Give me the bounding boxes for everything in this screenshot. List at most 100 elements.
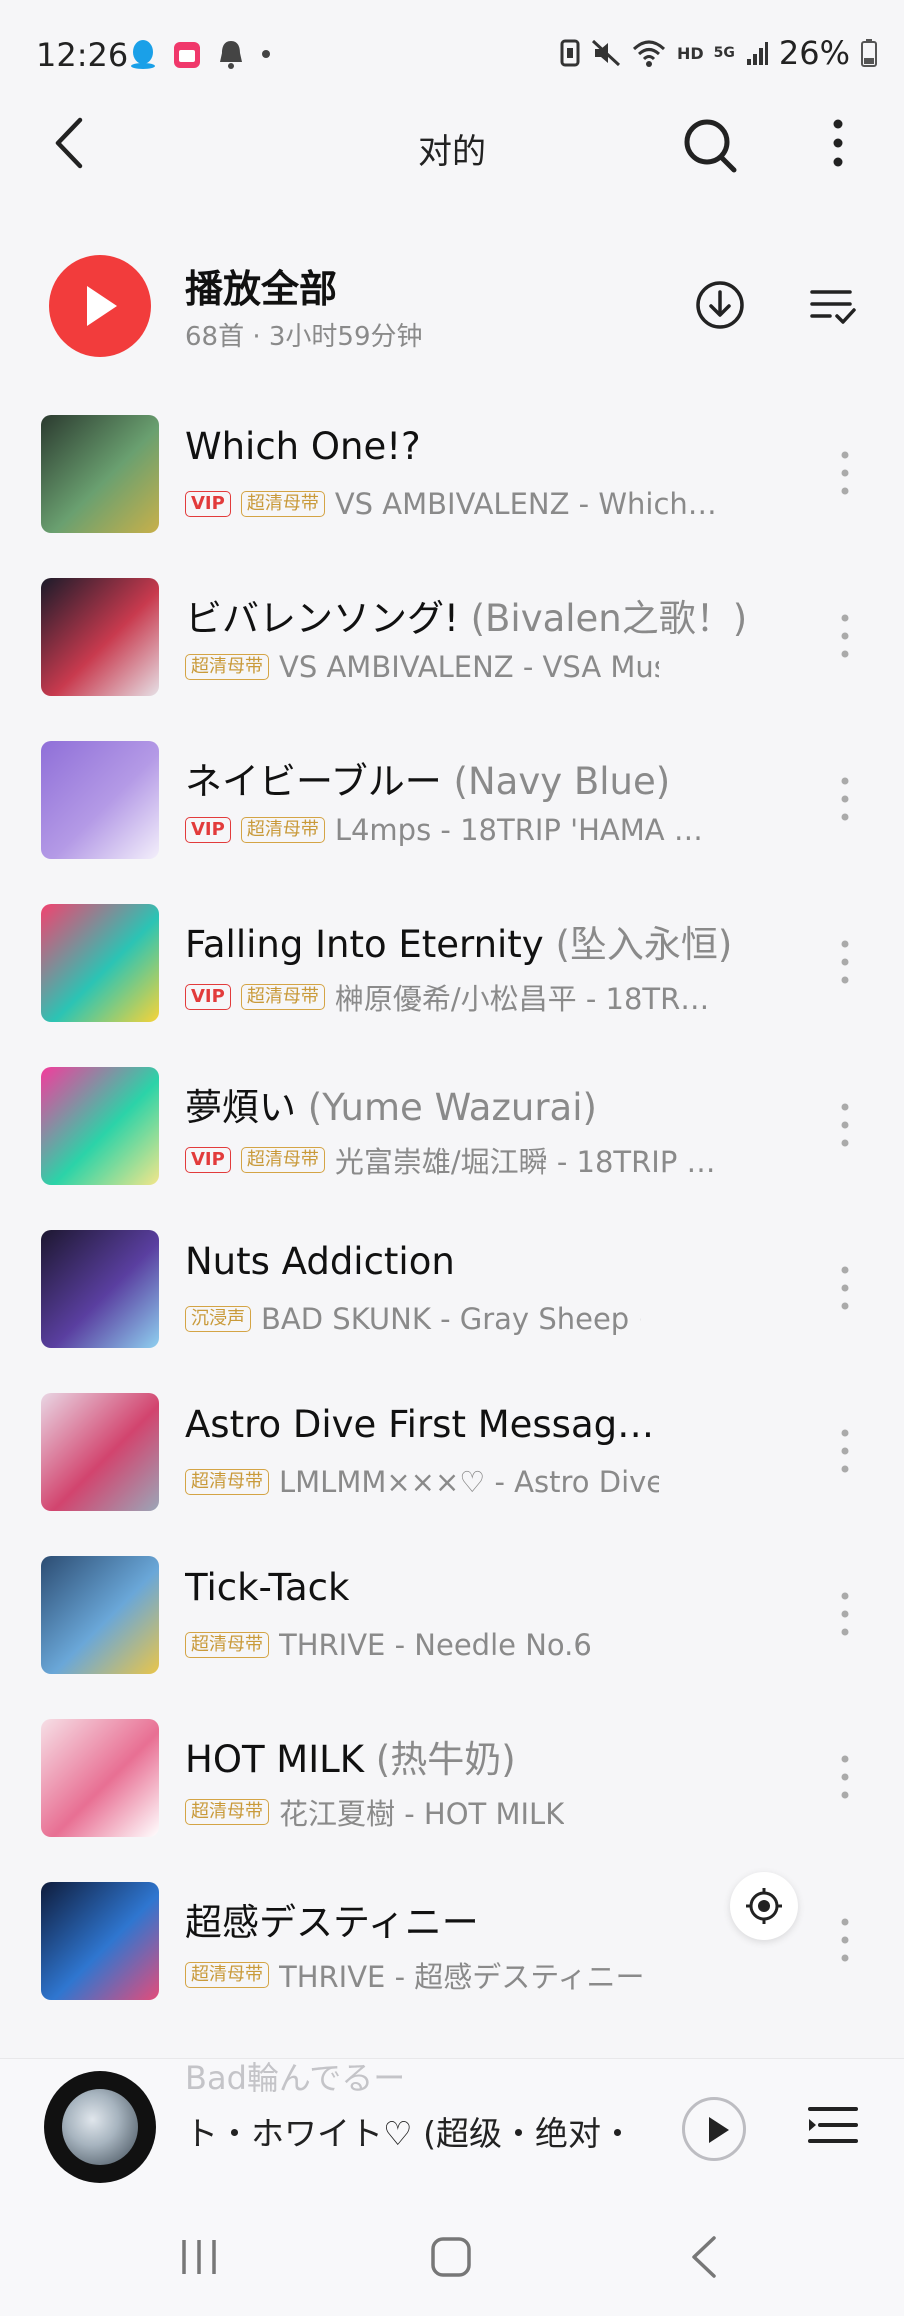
play-all-title[interactable]: 播放全部 (185, 258, 337, 313)
batch-manage-button[interactable] (806, 280, 860, 334)
song-title-main: Nuts Addiction (185, 1240, 455, 1283)
song-title-translation: (Yume Wazurai) (307, 1086, 597, 1129)
quality-badge: 超清母带 (240, 1147, 325, 1173)
more-vertical-icon (841, 1918, 849, 1962)
song-title-main: Astro Dive First Messag… (185, 1403, 655, 1446)
vip-badge: VIP (185, 491, 231, 517)
song-title-main: 超感デスティニー (185, 1901, 479, 1944)
song-artist-album: 光富崇雄/堀江瞬 - 18TRIP … (334, 1145, 715, 1179)
song-title: 夢煩い (Yume Wazurai) (185, 1077, 597, 1131)
song-row[interactable]: Falling Into Eternity (坠入永恒) VIP 超清母带 榊原優希/… (0, 894, 904, 1057)
song-meta: VIP 超清母带 L4mps - 18TRIP 'HAMA … (185, 813, 703, 847)
wifi-icon (632, 40, 665, 67)
more-vertical-icon (833, 119, 843, 167)
more-vertical-icon (841, 1592, 849, 1636)
song-more-button[interactable] (830, 1095, 860, 1155)
mini-play-button[interactable] (682, 2097, 746, 2161)
song-meta: VIP 超清母带 VS AMBIVALENZ - Which… (185, 487, 715, 521)
more-vertical-icon (841, 940, 849, 984)
song-title-main: ネイビーブルー (185, 760, 454, 803)
song-title: Tick-Tack (185, 1566, 349, 1609)
signal-icon (746, 42, 768, 65)
quality-badge: 超清母带 (240, 984, 325, 1010)
song-more-button[interactable] (830, 769, 860, 829)
song-meta: 超清母带 THRIVE - Needle No.6 (185, 1628, 592, 1662)
search-button[interactable] (680, 110, 740, 180)
download-button[interactable] (690, 275, 750, 335)
album-cover (41, 1719, 159, 1837)
song-row[interactable]: Which One!? VIP 超清母带 VS AMBIVALENZ - Which… (0, 405, 904, 568)
song-more-button[interactable] (830, 1910, 860, 1970)
song-meta: 超清母带 LMLMM×××♡ - Astro Dive Fir… (185, 1465, 659, 1499)
song-title-main: Falling Into Eternity (185, 923, 556, 966)
song-more-button[interactable] (830, 1421, 860, 1481)
song-row[interactable]: Nuts Addiction 沉浸声 BAD SKUNK - Gray Sheep … (0, 1220, 904, 1383)
status-bar: 12:26 HD 5G 26% (0, 0, 904, 110)
song-title-translation: (坠入永恒) (555, 923, 733, 966)
song-more-button[interactable] (830, 1258, 860, 1318)
status-notification-icons (128, 38, 272, 70)
now-playing-disc[interactable] (44, 2071, 156, 2183)
song-title: ネイビーブルー (Navy Blue) (185, 751, 670, 805)
qq-icon (131, 40, 155, 69)
song-title-main: 夢煩い (185, 1086, 308, 1129)
song-row[interactable]: ビバレンソング! (Bivalen之歌！) 超清母带 VS AMBIVALENZ -… (0, 568, 904, 731)
song-title-main: Which One!? (185, 425, 421, 468)
system-back-button[interactable] (682, 2232, 728, 2282)
song-title-main: ビバレンソング! (185, 597, 471, 640)
song-more-button[interactable] (830, 1747, 860, 1807)
play-all-button[interactable] (49, 255, 151, 357)
song-more-button[interactable] (830, 932, 860, 992)
top-app-bar: 对的 (0, 110, 904, 260)
vip-badge: VIP (185, 817, 231, 843)
playlist-meta: 68首 · 3小时59分钟 (185, 322, 423, 352)
song-row[interactable]: 超感デスティニー超清母带 THRIVE - 超感デスティニー (0, 1872, 904, 2035)
song-list: Which One!? VIP 超清母带 VS AMBIVALENZ - Which…… (0, 405, 904, 2035)
playlist-queue-button[interactable] (806, 2099, 860, 2153)
song-title-main: Tick-Tack (185, 1566, 350, 1609)
recents-button[interactable] (176, 2234, 222, 2280)
mini-player[interactable]: Bad輪んでるー ト・ホワイト♡ (超级・绝对・ (0, 2058, 904, 2198)
song-artist-album: THRIVE - 超感デスティニー (279, 1960, 645, 1994)
target-icon (746, 1888, 782, 1924)
song-row[interactable]: 夢煩い (Yume Wazurai) VIP 超清母带 光富崇雄/堀江瞬 - 18TR… (0, 1057, 904, 1220)
system-navigation-bar (0, 2198, 904, 2316)
song-title-translation: (Navy Blue) (453, 760, 671, 803)
more-vertical-icon (841, 451, 849, 495)
album-cover (41, 415, 159, 533)
song-row[interactable]: Astro Dive First Messag… 超清母带 LMLMM×××♡ - … (0, 1383, 904, 1546)
quality-badge: 超清母带 (240, 817, 325, 843)
song-title: Nuts Addiction (185, 1240, 455, 1283)
more-vertical-icon (841, 614, 849, 658)
album-cover (41, 904, 159, 1022)
song-more-button[interactable] (830, 1584, 860, 1644)
album-cover (41, 1230, 159, 1348)
mini-player-prev-title: Bad輪んでるー (185, 2059, 406, 2097)
song-more-button[interactable] (830, 443, 860, 503)
song-row[interactable]: HOT MILK (热牛奶) 超清母带 花江夏樹 - HOT MILK (0, 1709, 904, 1872)
vip-badge: VIP (185, 1147, 231, 1173)
song-title-translation: (热牛奶) (375, 1738, 516, 1781)
song-artist-album: LMLMM×××♡ - Astro Dive Fir… (279, 1465, 659, 1499)
more-vertical-icon (841, 1755, 849, 1799)
song-meta: 超清母带 THRIVE - 超感デスティニー (185, 1954, 645, 1996)
song-artist-album: 花江夏樹 - HOT MILK (279, 1797, 565, 1831)
home-button[interactable] (428, 2234, 474, 2280)
song-row[interactable]: ネイビーブルー (Navy Blue) VIP 超清母带 L4mps - 18TRIP… (0, 731, 904, 894)
quality-badge: 超清母带 (185, 1632, 269, 1658)
hd-label: HD (676, 43, 704, 63)
play-icon (87, 286, 117, 326)
song-title: Astro Dive First Messag… (185, 1403, 654, 1446)
search-icon (684, 119, 737, 173)
more-options-button[interactable] (820, 110, 856, 180)
song-more-button[interactable] (830, 606, 860, 666)
download-icon (696, 281, 744, 329)
status-time: 12:26 (36, 36, 129, 74)
locate-current-song-button[interactable] (730, 1872, 798, 1940)
now-playing-title[interactable]: ト・ホワイト♡ (超级・绝对・ (185, 2107, 634, 2155)
quality-badge: 超清母带 (185, 1799, 269, 1825)
song-meta: 沉浸声 BAD SKUNK - Gray Sheep (EP0… (185, 1302, 641, 1336)
list-check-icon (810, 290, 856, 324)
more-vertical-icon (841, 1266, 849, 1310)
song-row[interactable]: Tick-Tack 超清母带 THRIVE - Needle No.6 (0, 1546, 904, 1709)
